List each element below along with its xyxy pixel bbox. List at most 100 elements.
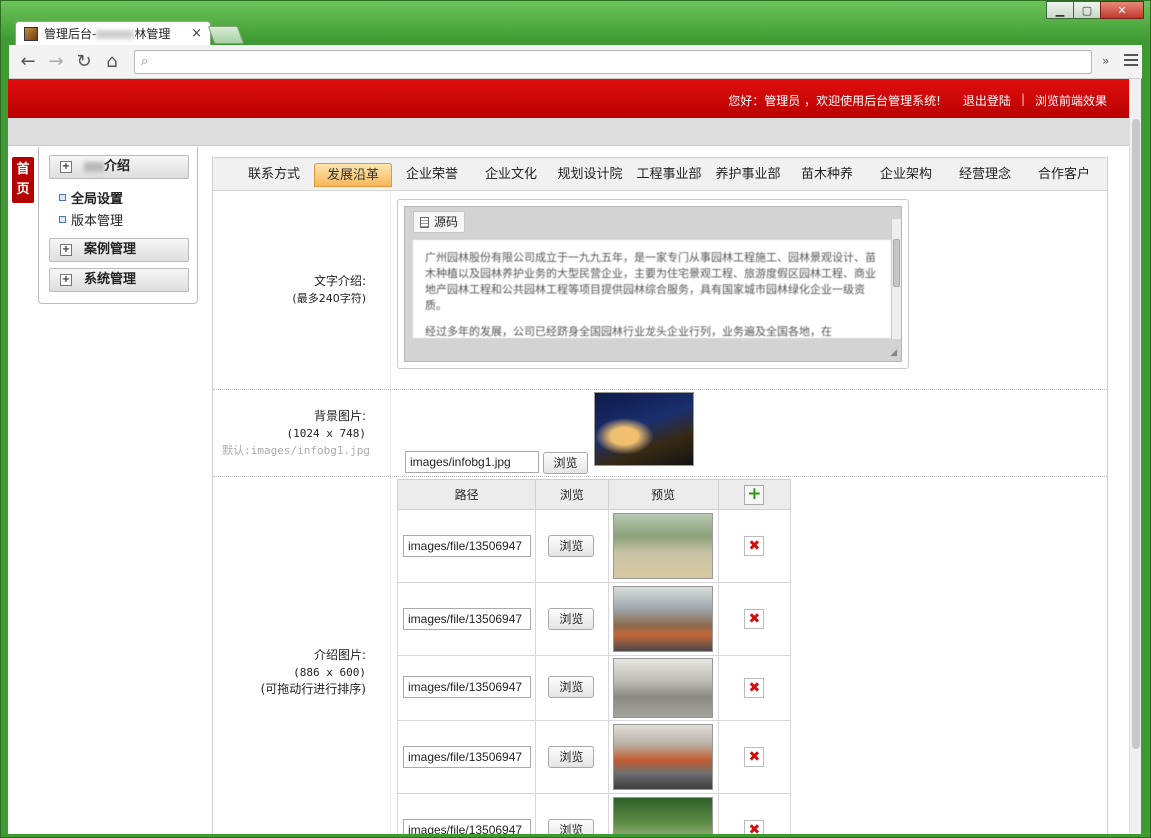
column-header-browse: 浏览 (535, 479, 609, 510)
reload-icon[interactable]: ↻ (73, 51, 95, 72)
column-header-preview: 预览 (607, 479, 719, 510)
close-window-button[interactable]: ✕ (1100, 1, 1144, 19)
intro-images-row: 介绍图片: (886 x 600) (可拖动行进行排序) 路径 浏览 预览 + … (213, 477, 1107, 834)
sidebar-item-version-management[interactable]: 版本管理 (59, 210, 123, 229)
sidebar-section-system[interactable]: + 系统管理 (49, 268, 189, 292)
search-icon: ⌕ (141, 54, 149, 69)
main-content: 联系方式 发展沿革 企业荣誉 企业文化 规划设计院 工程事业部 养护事业部 苗木… (212, 157, 1108, 834)
tab-engineering[interactable]: 工程事业部 (630, 163, 708, 187)
background-label: 背景图片: (1024 x 748) 默认:images/infobg1.jpg (213, 390, 391, 476)
sub-header-bar (8, 118, 1129, 146)
tab-history[interactable]: 发展沿革 (314, 163, 392, 187)
text-intro-row: 文字介绍: (最多240字符) 源码 广州园林股份有限公司成立于一九九五年，是一… (213, 191, 1107, 390)
delete-row-icon[interactable]: ✖ (744, 747, 765, 767)
image-preview (612, 658, 713, 718)
rich-text-editor: 源码 广州园林股份有限公司成立于一九九五年，是一家专门从事园林工程施工、园林景观… (397, 199, 909, 369)
expand-icon: + (60, 244, 72, 256)
page-scrollbar[interactable] (1129, 79, 1141, 834)
source-button[interactable]: 源码 (413, 211, 466, 233)
tab-culture[interactable]: 企业文化 (472, 163, 550, 187)
minimize-button[interactable]: ▁ (1046, 1, 1074, 19)
tab-close-icon[interactable]: × (191, 26, 202, 41)
background-path-input[interactable]: images/infobg1.jpg (405, 451, 539, 473)
tab-contact[interactable]: 联系方式 (235, 163, 313, 187)
image-preview (612, 724, 713, 790)
editor-frame: 源码 广州园林股份有限公司成立于一九九五年，是一家专门从事园林工程施工、园林景观… (404, 206, 902, 362)
favicon-icon (24, 26, 38, 41)
tab-title: 管理后台- 林管理 (44, 27, 171, 41)
image-path-input[interactable]: images/file/13506947 (403, 746, 531, 768)
forward-icon[interactable]: → (45, 51, 67, 72)
table-row[interactable]: images/file/13506947 浏览 ✖ (396, 720, 792, 794)
tab-nursery[interactable]: 苗木种养 (788, 163, 866, 187)
table-row[interactable]: images/file/13506947 浏览 ✖ (396, 793, 792, 834)
sidebar-section-cases[interactable]: + 案例管理 (49, 238, 189, 262)
logout-link[interactable]: 退出登陆 (963, 92, 1011, 109)
tab-honors[interactable]: 企业荣誉 (393, 163, 471, 187)
back-icon[interactable]: ← (17, 51, 39, 72)
delete-row-icon[interactable]: ✖ (744, 609, 765, 629)
editor-scrollbar[interactable] (891, 219, 901, 339)
image-path-input[interactable]: images/file/13506947 (403, 535, 531, 557)
resize-grip-icon[interactable]: ◢ (890, 348, 897, 358)
separator: | (1020, 92, 1025, 106)
menu-icon[interactable] (1124, 54, 1138, 69)
image-preview (612, 513, 713, 579)
expand-icon: + (60, 274, 72, 286)
intro-images-table: 路径 浏览 预览 + images/file/13506947 浏览 ✖ ima… (396, 479, 792, 834)
table-row[interactable]: images/file/13506947 浏览 ✖ (396, 509, 792, 583)
image-path-input[interactable]: images/file/13506947 (403, 608, 531, 630)
overflow-chevron-icon[interactable]: » (1102, 54, 1109, 68)
table-header: 路径 浏览 预览 + (396, 479, 792, 510)
image-path-input[interactable]: images/file/13506947 (403, 819, 531, 834)
intro-images-label: 介绍图片: (886 x 600) (可拖动行进行排序) (213, 477, 391, 834)
background-preview-image (594, 392, 694, 466)
new-tab-button[interactable] (207, 26, 245, 44)
page: 您好：管理员 ，欢迎使用后台管理系统! 退出登陆 | 浏览前端效果 首页 + 介… (8, 79, 1129, 834)
sidebar: + 介绍 全局设置 版本管理 + 案例管理 + 系统管理 (38, 147, 198, 304)
background-browse-button[interactable]: 浏览 (543, 452, 588, 474)
image-path-input[interactable]: images/file/13506947 (403, 676, 531, 698)
scrollbar-thumb[interactable] (1132, 119, 1140, 749)
browser-tab[interactable]: 管理后台- 林管理 × (15, 21, 211, 45)
image-browse-button[interactable]: 浏览 (548, 608, 595, 630)
text-intro-label: 文字介绍: (最多240字符) (213, 191, 391, 389)
column-header-path: 路径 (396, 479, 537, 510)
editor-text-area[interactable]: 广州园林股份有限公司成立于一九九五年，是一家专门从事园林工程施工、园林景观设计、… (413, 240, 891, 338)
document-icon (420, 217, 429, 228)
table-row[interactable]: images/file/13506947 浏览 ✖ (396, 655, 792, 721)
top-header-bar: 您好：管理员 ，欢迎使用后台管理系统! 退出登陆 | 浏览前端效果 (8, 79, 1129, 118)
delete-row-icon[interactable]: ✖ (744, 678, 765, 698)
window-controls: ▁ ▢ ✕ (1046, 1, 1144, 19)
section-tabs: 联系方式 发展沿革 企业荣誉 企业文化 规划设计院 工程事业部 养护事业部 苗木… (213, 158, 1107, 191)
tab-clients[interactable]: 合作客户 (1025, 163, 1103, 187)
tab-philosophy[interactable]: 经营理念 (946, 163, 1024, 187)
add-row-icon[interactable]: + (744, 484, 765, 505)
maximize-button[interactable]: ▢ (1073, 1, 1101, 19)
add-column: + (717, 479, 792, 510)
tab-maintenance[interactable]: 养护事业部 (709, 163, 787, 187)
image-preview (612, 797, 713, 834)
home-tab[interactable]: 首页 (12, 157, 34, 203)
tab-design-institute[interactable]: 规划设计院 (551, 163, 629, 187)
address-bar[interactable]: ⌕ (134, 50, 1092, 74)
sidebar-item-global-settings[interactable]: 全局设置 (59, 188, 123, 207)
redacted-name (84, 161, 104, 172)
greeting-text: 您好：管理员 ，欢迎使用后台管理系统! (728, 94, 941, 108)
expand-icon: + (60, 161, 72, 173)
image-browse-button[interactable]: 浏览 (548, 535, 595, 557)
tab-structure[interactable]: 企业架构 (867, 163, 945, 187)
home-icon[interactable]: ⌂ (101, 51, 123, 72)
redacted-name (96, 30, 135, 39)
browser-toolbar: ← → ↻ ⌂ ⌕ » (9, 45, 1142, 79)
image-preview (612, 586, 713, 652)
delete-row-icon[interactable]: ✖ (744, 820, 765, 834)
background-image-row: 背景图片: (1024 x 748) 默认:images/infobg1.jpg… (213, 390, 1107, 477)
table-row[interactable]: images/file/13506947 浏览 ✖ (396, 582, 792, 656)
image-browse-button[interactable]: 浏览 (548, 676, 595, 698)
image-browse-button[interactable]: 浏览 (548, 819, 595, 834)
delete-row-icon[interactable]: ✖ (744, 536, 765, 556)
view-frontend-link[interactable]: 浏览前端效果 (1035, 92, 1107, 109)
image-browse-button[interactable]: 浏览 (548, 746, 595, 768)
sidebar-section-intro[interactable]: + 介绍 (49, 155, 189, 179)
